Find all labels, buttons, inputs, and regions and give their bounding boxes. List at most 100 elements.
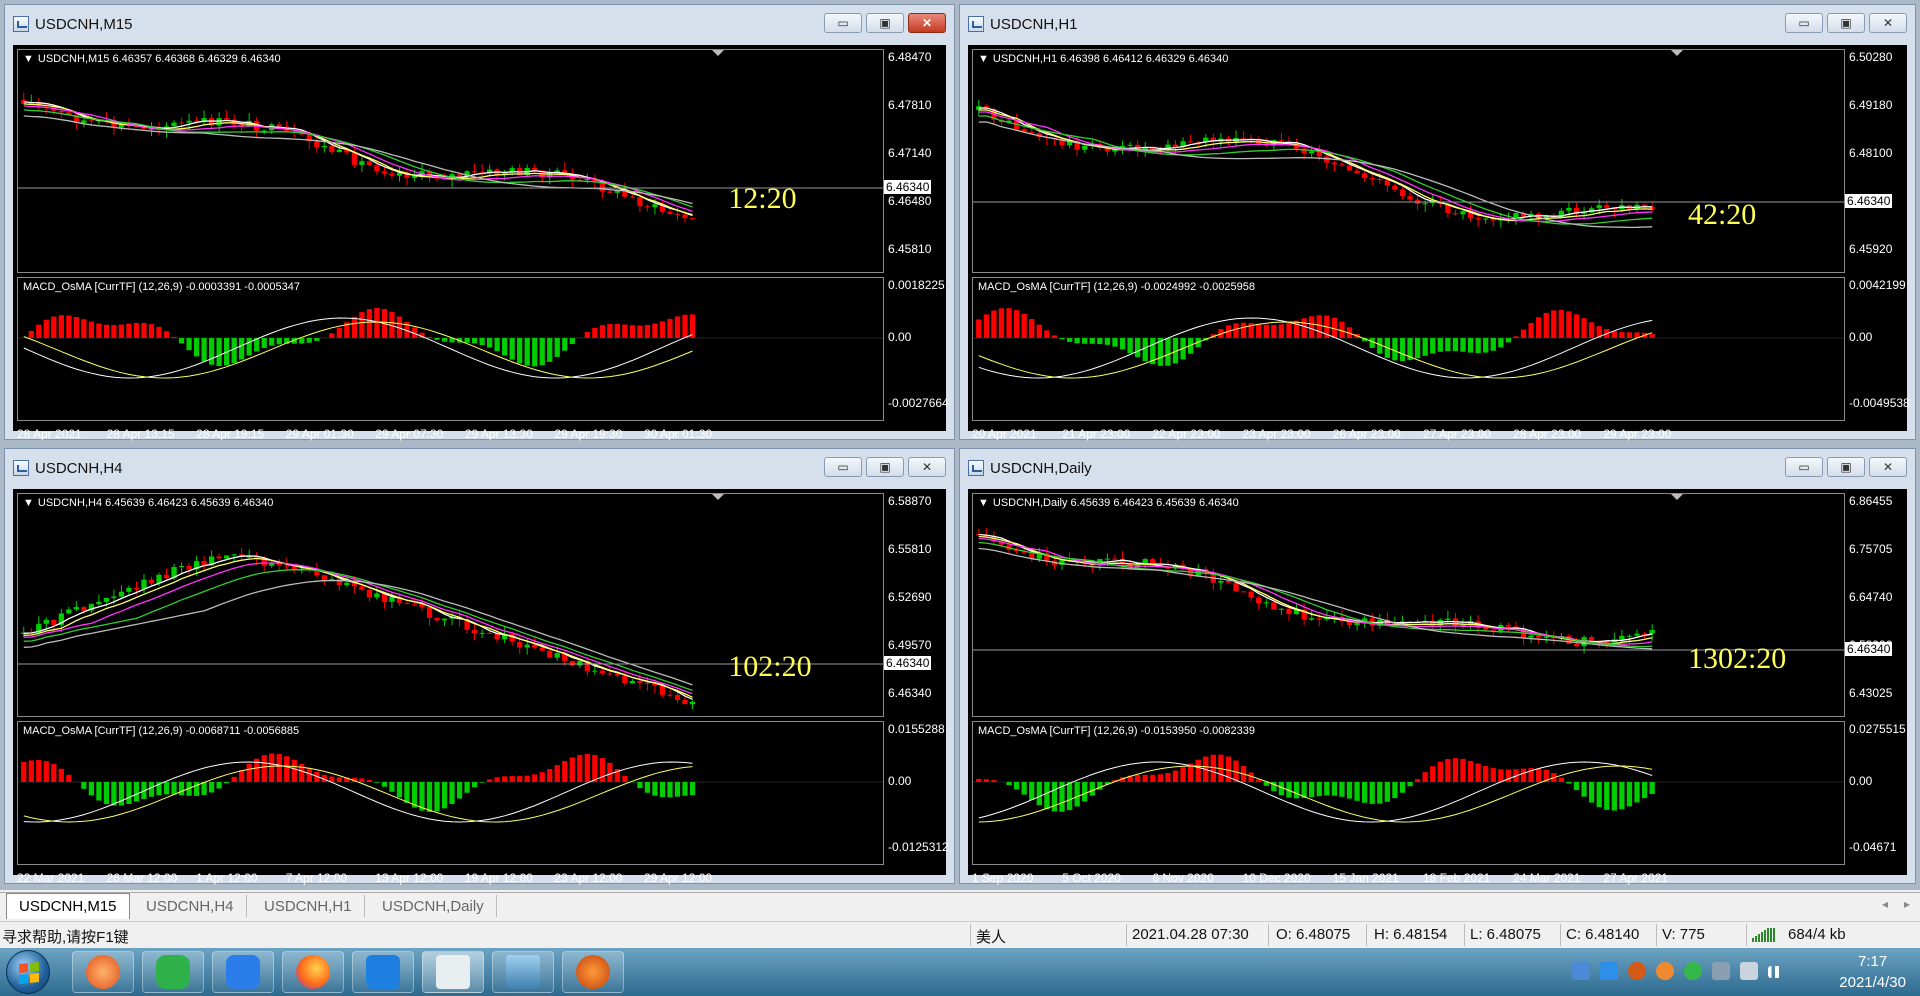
tray-app2-icon[interactable] [1656,962,1674,980]
minimize-button[interactable]: ▭ [824,457,862,477]
price-plot[interactable]: ▼ USDCNH,M15 6.46357 6.46368 6.46329 6.46… [17,49,884,273]
osma-bar [471,782,478,788]
close-button[interactable]: ✕ [1869,457,1907,477]
taskbar-app-1[interactable] [72,951,134,993]
minimize-button[interactable]: ▭ [824,13,862,33]
osma-histogram [18,753,883,823]
price-plot[interactable]: ▼ USDCNH,H1 6.46398 6.46412 6.46329 6.463… [972,49,1845,273]
taskbar-clock[interactable]: 7:17 2021/4/30 [1839,951,1906,993]
oscillator-label: MACD_OsMA [CurrTF] (12,26,9) -0.0153950 … [978,725,1255,737]
start-button[interactable] [6,950,50,994]
ma-white-line [23,101,693,217]
minimize-button[interactable]: ▭ [1785,13,1823,33]
taskbar-firefox[interactable] [282,951,344,993]
osma-bar [1044,330,1050,338]
chart-window-daily[interactable]: USDCNH,Daily ▭ ▣ ✕ ▼ USDCNH,Daily 6.45639… [959,448,1916,885]
candle-body [1543,636,1549,638]
tray-signal-icon[interactable] [1768,966,1786,978]
price-axis[interactable]: 6.48470 6.47810 6.47140 6.46480 6.45810 6.463… [884,49,946,273]
tab-scroll-right-icon[interactable]: ▸ [1904,897,1910,911]
taskbar-wechat[interactable] [142,951,204,993]
close-button[interactable]: ✕ [1869,13,1907,33]
oscillator-plot[interactable]: MACD_OsMA [CurrTF] (12,26,9) -0.0068711 … [17,721,884,865]
window-titlebar[interactable]: USDCNH,M15 [5,5,954,43]
oscillator-tick: 0.0042199 [1849,278,1906,292]
price-axis[interactable]: 6.864556.757056.647406.539906.430256.463… [1845,493,1907,717]
time-axis[interactable]: 1 Sep 2020 5 Oct 2020 6 Nov 2020 10 Dec 202… [972,869,1845,887]
close-button[interactable]: ✕ [908,457,946,477]
candle-body [1240,137,1247,139]
osma-bar [1377,782,1383,804]
chart-window-h1[interactable]: USDCNH,H1 ▭ ▣ ✕ ▼ USDCNH,H1 6.46398 6.464… [959,4,1916,441]
current-price-tag: 6.46340 [884,180,932,194]
oscillator-plot[interactable]: MACD_OsMA [CurrTF] (12,26,9) -0.0003391 … [17,277,884,421]
time-axis[interactable]: 28 Apr 2021 28 Apr 13:15 28 Apr 19:15 29 Ap… [17,425,884,443]
osma-bar [231,338,237,364]
restore-button[interactable]: ▣ [1827,13,1865,33]
chart-window-h4[interactable]: USDCNH,H4 ▭ ▣ ✕ ▼ USDCNH,H4 6.45639 6.464… [4,448,955,885]
price-plot[interactable]: ▼ USDCNH,Daily 6.45639 6.46423 6.45639 6.… [972,493,1845,717]
chart-body[interactable]: ▼ USDCNH,H4 6.45639 6.46423 6.45639 6.463… [13,489,949,885]
taskbar-app-7[interactable] [492,951,554,993]
price-axis[interactable]: 6.502806.491806.481006.470206.459206.463… [1845,49,1907,273]
macd-line [23,317,693,379]
price-plot[interactable]: ▼ USDCNH,H4 6.45639 6.46423 6.45639 6.463… [17,493,884,717]
chart-body[interactable]: ▼ USDCNH,M15 6.46357 6.46368 6.46329 6.46… [13,45,949,441]
tray-wechat-icon[interactable] [1684,962,1702,980]
time-tick: 27 Apr 23:00 [1422,427,1492,441]
oscillator-plot[interactable]: MACD_OsMA [CurrTF] (12,26,9) -0.0153950 … [972,721,1845,865]
osma-bar [1467,760,1474,782]
collapse-triangle-icon[interactable]: ▼ [23,53,34,65]
osma-bar [246,338,252,356]
price-axis[interactable]: 6.58870 6.55810 6.52690 6.49570 6.46340 6.463… [884,493,946,717]
taskbar-app-5[interactable] [352,951,414,993]
window-titlebar[interactable]: USDCNH,H1 [960,5,1915,43]
window-titlebar[interactable]: USDCNH,Daily [960,449,1915,487]
oscillator-axis[interactable]: 0.0275515 0.00 -0.04671 [1845,721,1907,865]
osma-bar [1581,782,1587,797]
status-divider [1268,924,1269,946]
chart-window-m15[interactable]: USDCNH,M15 ▭ ▣ ✕ ▼ USDCNH,M15 6.46357 6.4… [4,4,955,441]
tray-volume-icon[interactable] [1740,962,1758,980]
osma-bar [622,324,628,338]
tray-network-icon[interactable] [1712,962,1730,980]
osma-bar [1543,312,1549,338]
oscillator-plot[interactable]: MACD_OsMA [CurrTF] (12,26,9) -0.0024992 … [972,277,1845,421]
osma-bar [1460,338,1466,352]
taskbar-app-3[interactable] [212,951,274,993]
osma-bar [1089,338,1095,344]
osma-bar [991,780,997,782]
osma-bar [1278,324,1285,338]
window-titlebar[interactable]: USDCNH,H4 [5,449,954,487]
oscillator-axis[interactable]: 0.0155288 0.00 -0.0125312 [884,721,949,865]
osma-bar [539,772,545,782]
osma-bar [276,338,282,345]
collapse-triangle-icon[interactable]: ▼ [978,497,989,509]
oscillator-axis[interactable]: 0.0018225 0.00 -0.0027664 [884,277,949,421]
tab-usdcnh-daily[interactable]: USDCNH,Daily [370,895,497,917]
oscillator-axis[interactable]: 0.0042199 0.00 -0.0049538 [1845,277,1910,421]
restore-button[interactable]: ▣ [866,13,904,33]
restore-button[interactable]: ▣ [866,457,904,477]
osma-bar [1445,758,1451,782]
chart-body[interactable]: ▼ USDCNH,Daily 6.45639 6.46423 6.45639 6.… [968,489,1907,885]
tab-scroll-left-icon[interactable]: ◂ [1882,897,1888,911]
ma-yellow-line [23,103,693,216]
osma-bar [359,778,365,782]
tray-app-icon[interactable] [1628,962,1646,980]
close-button[interactable]: ✕ [908,13,946,33]
collapse-triangle-icon[interactable]: ▼ [978,53,989,65]
tray-security-icon[interactable] [1600,962,1618,980]
restore-button[interactable]: ▣ [1827,457,1865,477]
tab-usdcnh-h1[interactable]: USDCNH,H1 [252,895,365,917]
taskbar-app-8[interactable] [562,951,624,993]
taskbar-metatrader[interactable] [422,951,484,993]
minimize-button[interactable]: ▭ [1785,457,1823,477]
collapse-triangle-icon[interactable]: ▼ [23,497,34,509]
time-axis[interactable]: 20 Apr 2021 21 Apr 23:00 22 Apr 23:00 23 Ap… [972,425,1845,443]
tab-usdcnh-h4[interactable]: USDCNH,H4 [134,895,247,917]
chart-body[interactable]: ▼ USDCNH,H1 6.46398 6.46412 6.46329 6.463… [968,45,1910,441]
time-axis[interactable]: 22 Mar 2021 26 Mar 12:00 1 Apr 12:00 7 Apr … [17,869,884,887]
tray-shield-icon[interactable] [1572,962,1590,980]
tab-usdcnh-m15[interactable]: USDCNH,M15 [6,893,130,919]
